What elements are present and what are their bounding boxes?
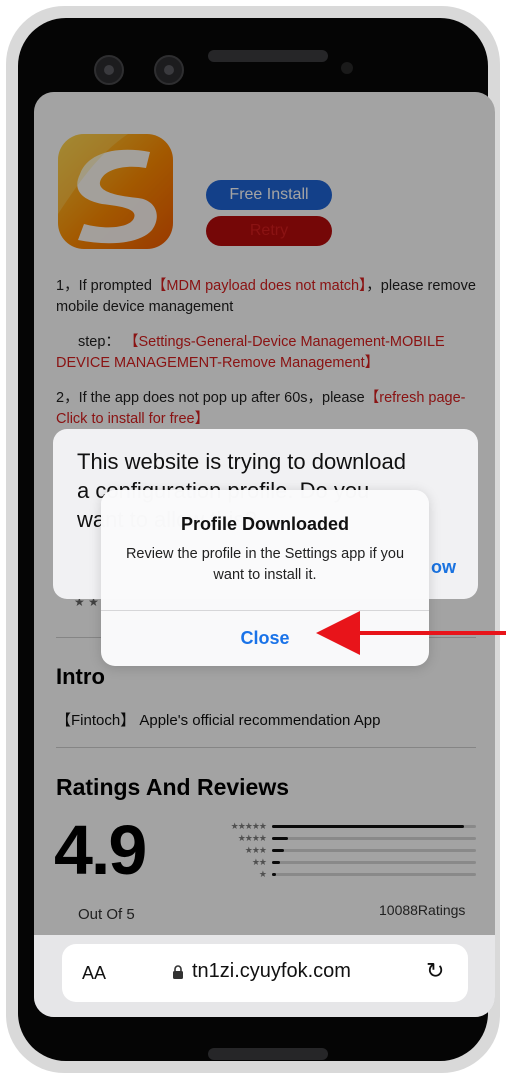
url-text[interactable]: tn1zi.cyuyfok.com [192, 960, 351, 983]
lock-icon [173, 965, 183, 979]
alert-message: Review the profile in the Settings app i… [125, 546, 405, 583]
text-size-label: AA [82, 963, 107, 983]
phone-frame: SCF Free Install Retry 1，If prompted【MDM… [6, 6, 500, 1073]
allow-button[interactable]: ow [431, 557, 456, 578]
red-arrow-icon [316, 611, 506, 655]
text-size-button[interactable]: AA [82, 963, 106, 984]
earpiece-speaker [208, 50, 328, 62]
front-camera-left [94, 55, 124, 85]
proximity-sensor [341, 62, 353, 74]
bottom-speaker [208, 1048, 328, 1060]
front-camera-right [154, 55, 184, 85]
reload-icon[interactable]: ↻ [426, 958, 444, 984]
alert-title: Profile Downloaded [180, 514, 349, 534]
address-bar[interactable]: AA tn1zi.cyuyfok.com ↻ [62, 944, 468, 1002]
phone-screen: SCF Free Install Retry 1，If prompted【MDM… [34, 92, 495, 1017]
